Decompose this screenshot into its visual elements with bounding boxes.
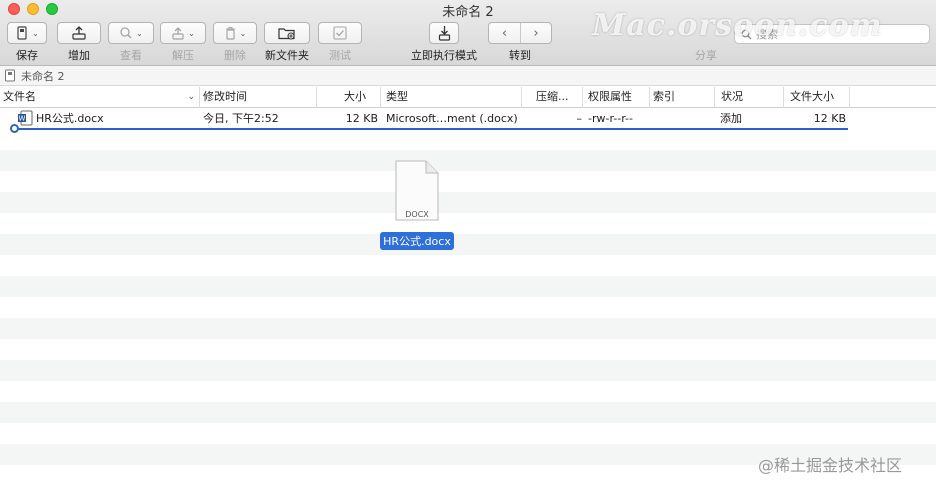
new-folder-icon <box>278 28 295 40</box>
column-header-index[interactable]: 索引 <box>650 87 715 108</box>
list-stripe <box>0 276 936 297</box>
column-name-label: 文件名 <box>3 90 36 103</box>
file-permissions: -rw-r--r-- <box>588 112 633 125</box>
column-header-size[interactable]: 大小 <box>317 87 381 108</box>
extract-label: 解压 <box>172 49 194 62</box>
table-row[interactable]: W HR公式.docx 今日, 下午2:52 12 KB Microsoft…m… <box>0 108 936 129</box>
delete-label: 删除 <box>224 49 246 62</box>
column-header-compressed[interactable]: 压缩... <box>522 87 583 108</box>
file-modified: 今日, 下午2:52 <box>203 112 279 125</box>
path-bar: 未命名 2 <box>0 66 936 86</box>
file-type: Microsoft…ment (.docx) <box>386 112 518 125</box>
save-label: 保存 <box>16 49 38 62</box>
share-label: 分享 <box>695 49 717 62</box>
file-index <box>653 108 713 129</box>
list-stripe <box>0 402 936 423</box>
chevron-down-icon: ⌄ <box>136 28 143 38</box>
execute-now-label: 立即执行模式 <box>411 49 477 62</box>
trash-icon <box>225 26 235 40</box>
add-button[interactable]: 增加 <box>57 22 101 62</box>
magnifier-icon <box>120 27 132 39</box>
document-extension: DOCX <box>405 210 429 219</box>
checkmark-icon <box>333 26 347 40</box>
file-size: 12 KB <box>345 112 378 125</box>
list-stripe <box>0 318 936 339</box>
new-folder-label: 新文件夹 <box>265 49 309 62</box>
delete-button[interactable]: ⌄ 删除 <box>213 22 257 62</box>
view-button-box[interactable]: ⌄ <box>108 22 154 44</box>
file-name: HR公式.docx <box>36 112 104 125</box>
list-stripe <box>0 360 936 381</box>
column-header-type[interactable]: 类型 <box>381 87 522 108</box>
file-compressed: – <box>576 112 583 125</box>
drop-indicator-dot <box>10 124 19 133</box>
column-header: 文件名 ⌄ 修改时间 大小 类型 压缩... 权限属性 索引 状况 文件大小 <box>0 87 936 108</box>
extract-button[interactable]: ⌄ 解压 <box>160 22 206 62</box>
archive-save-icon <box>17 26 27 40</box>
save-button-box[interactable]: ⌄ <box>7 22 47 44</box>
chevron-down-icon: ⌄ <box>239 28 247 38</box>
list-stripe <box>0 192 936 213</box>
chevron-down-icon: ⌄ <box>32 28 39 38</box>
column-header-file-size[interactable]: 文件大小 <box>784 87 850 108</box>
back-arrow-icon[interactable]: ‹ <box>489 23 520 43</box>
list-stripe <box>0 234 936 255</box>
extract-icon <box>172 27 184 40</box>
column-header-permissions[interactable]: 权限属性 <box>583 87 650 108</box>
new-folder-button[interactable]: 新文件夹 <box>264 22 310 62</box>
test-label: 测试 <box>329 49 351 62</box>
sort-chevron-icon: ⌄ <box>187 92 195 102</box>
file-size-total: 12 KB <box>813 112 846 125</box>
execute-now-button[interactable]: 立即执行模式 <box>410 22 478 62</box>
drag-file-name: HR公式.docx <box>380 232 454 250</box>
view-button[interactable]: ⌄ 查看 <box>108 22 154 62</box>
test-button-box[interactable] <box>318 22 362 44</box>
svg-text:W: W <box>19 115 26 123</box>
drag-preview: DOCX HR公式.docx <box>376 160 458 250</box>
goto-label: 转到 <box>509 49 531 62</box>
path-item-archive-name[interactable]: 未命名 2 <box>21 68 65 84</box>
file-status: 添加 <box>720 112 742 125</box>
column-header-modified[interactable]: 修改时间 <box>200 87 317 108</box>
watermark-top: Mac.orsoon.com <box>592 8 883 43</box>
delete-button-box[interactable]: ⌄ <box>213 22 257 44</box>
word-document-icon: W <box>17 110 34 127</box>
view-label: 查看 <box>120 49 142 62</box>
archive-icon <box>5 69 15 82</box>
back-forward-segment: ‹ › <box>488 22 552 44</box>
drop-indicator-line <box>12 128 848 130</box>
lock-download-icon <box>438 26 450 41</box>
execute-now-button-box[interactable] <box>429 22 459 44</box>
add-button-box[interactable] <box>57 22 101 44</box>
column-header-status[interactable]: 状况 <box>715 87 784 108</box>
watermark-bottom: @稀土掘金技术社区 <box>758 456 903 475</box>
list-stripe <box>0 150 936 171</box>
extract-button-box[interactable]: ⌄ <box>160 22 206 44</box>
add-file-icon <box>72 26 86 40</box>
document-icon: DOCX <box>395 160 439 221</box>
goto-control: ‹ › 转到 <box>488 22 552 62</box>
test-button[interactable]: 测试 <box>318 22 362 62</box>
column-header-name[interactable]: 文件名 ⌄ <box>0 87 200 108</box>
forward-arrow-icon[interactable]: › <box>520 23 551 43</box>
file-list[interactable]: W HR公式.docx 今日, 下午2:52 12 KB Microsoft…m… <box>0 108 936 488</box>
chevron-down-icon: ⌄ <box>188 28 195 38</box>
new-folder-button-box[interactable] <box>264 22 310 44</box>
add-label: 增加 <box>68 49 90 62</box>
save-button[interactable]: ⌄ 保存 <box>7 22 47 62</box>
